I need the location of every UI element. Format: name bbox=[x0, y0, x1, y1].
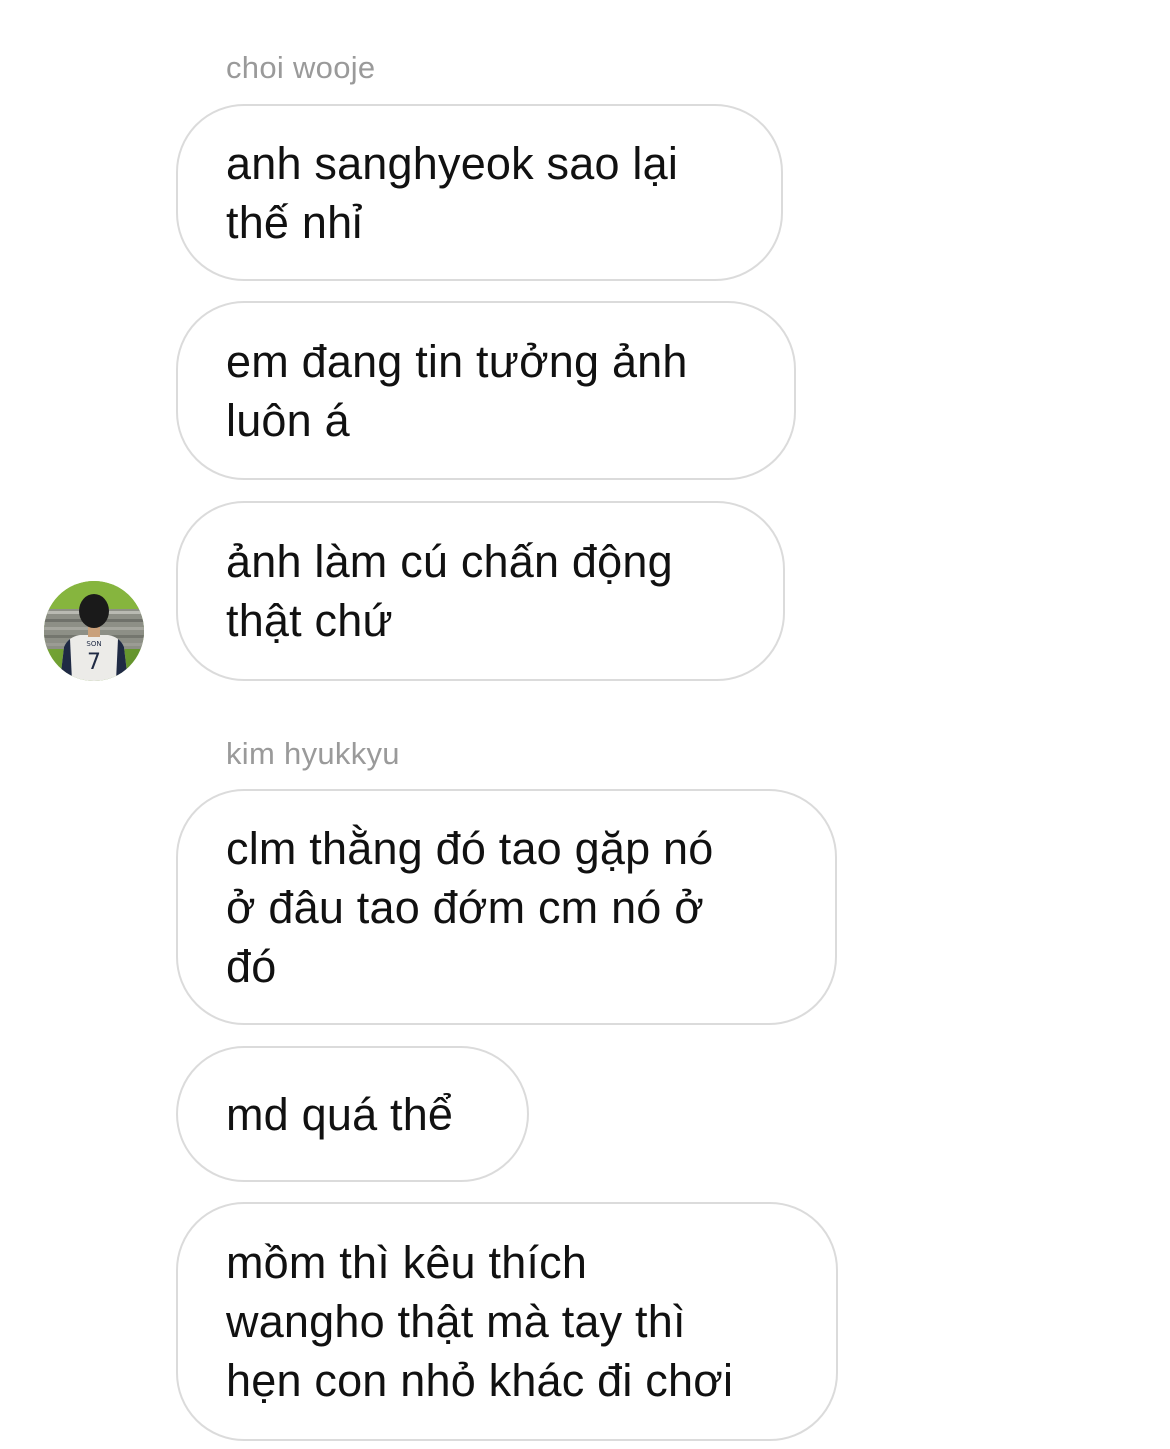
message-bubble[interactable]: em đang tin tưởng ảnh luôn á bbox=[176, 301, 796, 480]
message-text: em đang tin tưởng ảnh luôn á bbox=[226, 335, 688, 446]
message-text: md quá thể bbox=[226, 1088, 454, 1140]
message-text: clm thằng đó tao gặp nó ở đâu tao đớm cm… bbox=[226, 822, 714, 992]
sender-name-choi-wooje: choi wooje bbox=[226, 50, 376, 85]
message-text: mồm thì kêu thích wangho thật mà tay thì… bbox=[226, 1237, 734, 1406]
message-bubble[interactable]: md quá thể bbox=[176, 1046, 529, 1182]
jersey-number: 7 bbox=[87, 650, 101, 675]
profile-photo-avatar-icon: SON 7 bbox=[44, 581, 144, 681]
message-text: anh sanghyeok sao lại thế nhỉ bbox=[226, 137, 679, 248]
message-bubble[interactable]: clm thằng đó tao gặp nó ở đâu tao đớm cm… bbox=[176, 789, 837, 1025]
message-bubble[interactable]: mồm thì kêu thích wangho thật mà tay thì… bbox=[176, 1202, 838, 1441]
message-text: ảnh làm cú chấn động thật chứ bbox=[226, 536, 673, 646]
message-bubble[interactable]: ảnh làm cú chấn động thật chứ bbox=[176, 501, 785, 681]
sender-avatar[interactable]: SON 7 bbox=[44, 581, 144, 681]
jersey-text: SON bbox=[86, 640, 101, 648]
sender-name-kim-hyukkyu: kim hyukkyu bbox=[226, 736, 400, 771]
message-bubble[interactable]: anh sanghyeok sao lại thế nhỉ bbox=[176, 104, 783, 281]
